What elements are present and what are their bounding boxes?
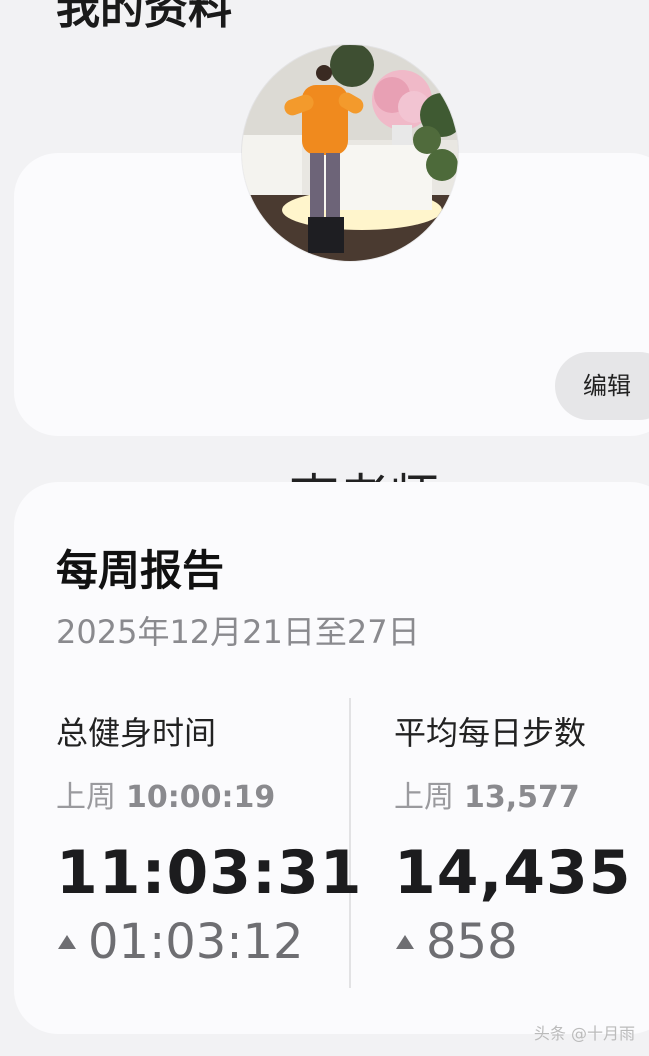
report-title: 每周报告	[56, 546, 225, 595]
workout-time-value: 11:03:31	[56, 838, 363, 908]
workout-time-stat: 总健身时间 上周 10:00:19 11:03:31 01:03:12	[56, 708, 362, 970]
change-value: 01:03:12	[88, 914, 304, 970]
last-week-label: 上周	[394, 780, 454, 815]
change-value: 858	[426, 914, 518, 970]
daily-steps-value: 14,435	[394, 838, 632, 908]
workout-last-week: 上周 10:00:19	[56, 772, 362, 816]
weekly-report-card[interactable]: 每周报告 2025年12月21日至27日 总健身时间 上周 10:00:19 11…	[14, 482, 649, 1034]
increase-arrow-icon	[396, 935, 414, 949]
daily-steps-stat: 平均每日步数 上周 13,577 14,435 858	[394, 708, 632, 970]
daily-steps-change: 858	[394, 914, 632, 970]
avatar-photo	[242, 45, 458, 261]
last-week-label: 上周	[56, 780, 116, 815]
workout-time-change: 01:03:12	[56, 914, 362, 970]
avatar[interactable]	[242, 45, 458, 261]
workout-time-label: 总健身时间	[56, 714, 217, 752]
increase-arrow-icon	[58, 935, 76, 949]
last-week-value: 10:00:19	[126, 780, 276, 815]
last-week-value: 13,577	[464, 780, 580, 815]
daily-steps-label: 平均每日步数	[394, 714, 587, 752]
steps-last-week: 上周 13,577	[394, 772, 632, 816]
report-date-range: 2025年12月21日至27日	[56, 613, 420, 651]
edit-button[interactable]: 编辑	[555, 352, 649, 420]
watermark: 头条 @十月雨	[533, 1024, 635, 1043]
page-title: 我的资料	[56, 0, 232, 34]
